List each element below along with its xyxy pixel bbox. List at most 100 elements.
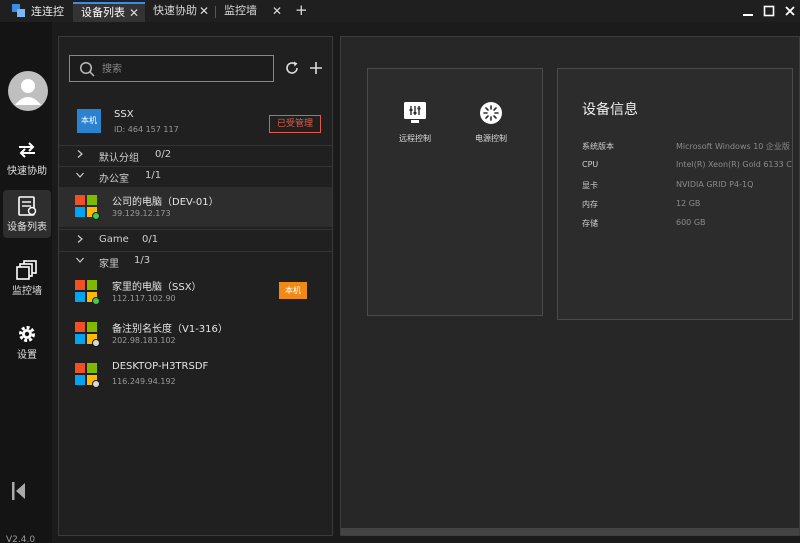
info-value: 600 GB bbox=[676, 218, 706, 227]
device-list-panel: 本机 SSX ID: 464 157 117 已受管理 默认分组 0/2 办公室… bbox=[58, 36, 333, 536]
info-value: 12 GB bbox=[676, 199, 701, 208]
nav-label: 设备列表 bbox=[7, 222, 47, 233]
tab-label: 快速协助 bbox=[153, 4, 197, 17]
power-control-icon bbox=[480, 102, 502, 124]
add-tab-icon[interactable]: + bbox=[295, 1, 308, 19]
device-row[interactable]: 公司的电脑（DEV-01） 39.129.12.173 bbox=[59, 187, 332, 227]
device-ip: 39.129.12.173 bbox=[112, 209, 171, 218]
tab-quick-assist[interactable]: 快速协助 ✕ bbox=[145, 2, 215, 22]
group-row-office[interactable]: 办公室 1/1 bbox=[59, 168, 332, 186]
self-device-row[interactable]: 本机 SSX ID: 464 157 117 已受管理 bbox=[59, 105, 332, 145]
gear-icon bbox=[19, 326, 35, 342]
app-window: 连连控 设备列表 ✕ 快速协助 ✕ 监控墙 ✕ + 快速协助 设备列表 监控墙 … bbox=[0, 0, 800, 543]
add-device-icon[interactable] bbox=[309, 61, 323, 75]
search-input[interactable] bbox=[102, 60, 267, 78]
tab-label: 监控墙 bbox=[224, 4, 257, 17]
search-box[interactable] bbox=[69, 55, 274, 82]
close-window-icon[interactable] bbox=[783, 4, 797, 18]
device-name: 公司的电脑（DEV-01） bbox=[112, 197, 219, 208]
self-device-name: SSX bbox=[114, 109, 134, 120]
info-key: CPU bbox=[582, 160, 599, 169]
group-row-game[interactable]: Game 0/1 bbox=[59, 232, 332, 250]
monitor-wall-icon bbox=[16, 260, 37, 280]
group-count: 1/1 bbox=[145, 170, 162, 181]
nav-item-device-list[interactable]: 设备列表 bbox=[3, 190, 51, 238]
chevron-right-icon bbox=[77, 235, 83, 243]
online-status-dot bbox=[92, 297, 100, 305]
chevron-down-icon bbox=[76, 172, 84, 178]
online-status-dot bbox=[92, 212, 100, 220]
tab-monitor-wall[interactable]: 监控墙 ✕ bbox=[216, 2, 288, 22]
device-row[interactable]: 备注别名长度（V1-316） 202.98.183.102 bbox=[59, 314, 332, 354]
group-name: Game bbox=[99, 234, 129, 245]
nav-item-quick-assist[interactable]: 快速协助 bbox=[3, 134, 51, 182]
maximize-icon[interactable] bbox=[762, 4, 776, 18]
device-detail-panel: 远程控制 电源控制 设备信息 系统版本 Microsoft Windows 10… bbox=[340, 36, 800, 536]
nav-item-monitor-wall[interactable]: 监控墙 bbox=[3, 254, 51, 302]
search-icon bbox=[79, 61, 95, 77]
info-row: 系统版本 Microsoft Windows 10 企业版 bbox=[582, 141, 792, 155]
device-name: 备注别名长度（V1-316） bbox=[112, 324, 228, 335]
info-key: 存储 bbox=[582, 219, 598, 228]
minimize-icon[interactable] bbox=[741, 4, 755, 18]
user-icon bbox=[15, 79, 41, 105]
self-device-id: ID: 464 157 117 bbox=[114, 125, 179, 134]
tab-device-list[interactable]: 设备列表 ✕ bbox=[73, 2, 145, 22]
local-device-badge: 本机 bbox=[279, 282, 307, 299]
group-name: 家里 bbox=[99, 259, 119, 270]
info-title: 设备信息 bbox=[582, 102, 638, 118]
info-row: 存储 600 GB bbox=[582, 218, 792, 232]
close-icon[interactable]: ✕ bbox=[272, 2, 282, 20]
app-logo-icon bbox=[12, 4, 25, 17]
info-row: 显卡 NVIDIA GRID P4-1Q bbox=[582, 180, 792, 194]
remote-control-button[interactable]: 远程控制 bbox=[380, 101, 450, 151]
group-count: 1/3 bbox=[134, 255, 151, 266]
remote-control-icon bbox=[404, 102, 426, 123]
device-row[interactable]: DESKTOP-H3TRSDF 116.249.94.192 bbox=[59, 355, 332, 395]
group-name: 办公室 bbox=[99, 174, 129, 185]
device-ip: 112.117.102.90 bbox=[112, 294, 176, 303]
device-info-card: 设备信息 系统版本 Microsoft Windows 10 企业版 CPU I… bbox=[557, 68, 793, 320]
info-key: 显卡 bbox=[582, 181, 598, 190]
managed-badge: 已受管理 bbox=[269, 115, 321, 133]
left-nav: 快速协助 设备列表 监控墙 设置 V2.4.0 bbox=[0, 22, 52, 543]
device-ip: 202.98.183.102 bbox=[112, 336, 176, 345]
title-bar: 连连控 设备列表 ✕ 快速协助 ✕ 监控墙 ✕ + bbox=[0, 0, 800, 22]
collapse-sidebar-icon[interactable] bbox=[12, 482, 26, 500]
group-name: 默认分组 bbox=[99, 153, 139, 164]
group-row-default[interactable]: 默认分组 0/2 bbox=[59, 147, 332, 165]
local-device-badge: 本机 bbox=[77, 109, 101, 133]
nav-label: 设置 bbox=[17, 350, 37, 361]
control-label: 电源控制 bbox=[475, 134, 507, 143]
device-name: 家里的电脑（SSX） bbox=[112, 282, 202, 293]
app-name: 连连控 bbox=[31, 5, 64, 18]
avatar[interactable] bbox=[8, 71, 48, 111]
group-row-home[interactable]: 家里 1/3 bbox=[59, 253, 332, 271]
close-icon[interactable]: ✕ bbox=[129, 4, 139, 22]
swap-arrows-icon bbox=[19, 142, 35, 158]
power-control-button[interactable]: 电源控制 bbox=[456, 101, 526, 151]
close-icon[interactable]: ✕ bbox=[199, 2, 209, 20]
divider bbox=[59, 145, 332, 146]
offline-status-dot bbox=[92, 339, 100, 347]
offline-status-dot bbox=[92, 380, 100, 388]
device-name: DESKTOP-H3TRSDF bbox=[112, 361, 209, 372]
chevron-down-icon bbox=[76, 257, 84, 263]
divider bbox=[59, 229, 332, 230]
nav-label: 监控墙 bbox=[12, 286, 42, 297]
info-key: 系统版本 bbox=[582, 142, 614, 151]
horizontal-scrollbar[interactable] bbox=[341, 528, 799, 535]
divider bbox=[59, 251, 332, 252]
device-row[interactable]: 家里的电脑（SSX） 112.117.102.90 本机 bbox=[59, 272, 332, 312]
version-label: V2.4.0 bbox=[6, 535, 36, 543]
nav-item-settings[interactable]: 设置 bbox=[3, 318, 51, 366]
info-key: 内存 bbox=[582, 200, 598, 209]
group-count: 0/2 bbox=[155, 149, 172, 160]
control-card: 远程控制 电源控制 bbox=[367, 68, 543, 316]
refresh-icon[interactable] bbox=[285, 61, 299, 75]
info-value: Microsoft Windows 10 企业版 bbox=[676, 142, 790, 151]
info-row: CPU Intel(R) Xeon(R) Gold 6133 CPU bbox=[582, 160, 793, 174]
info-value: NVIDIA GRID P4-1Q bbox=[676, 180, 754, 189]
info-value: Intel(R) Xeon(R) Gold 6133 CPU bbox=[676, 160, 793, 169]
group-count: 0/1 bbox=[142, 234, 159, 245]
